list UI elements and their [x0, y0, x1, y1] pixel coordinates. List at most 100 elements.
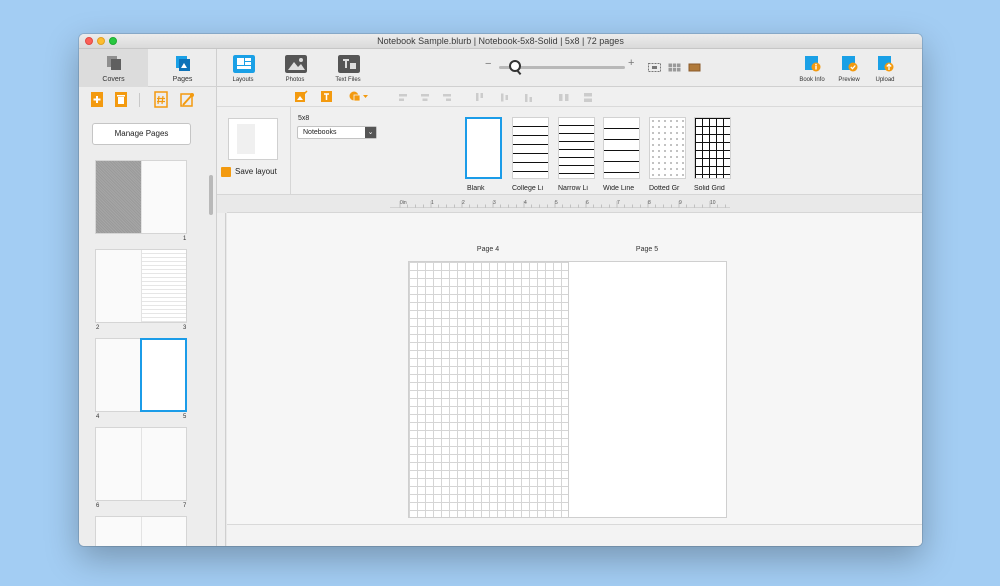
workspace-footer [227, 524, 922, 546]
page-number-icon[interactable] [153, 91, 169, 108]
layout-panel: Save layout 5x8 Notebooks ⌄ Blank Colleg… [217, 87, 922, 195]
layout-subtoolbar [217, 87, 922, 107]
distribute-horizontal-icon[interactable] [559, 93, 569, 102]
ruler-label: 9 [679, 200, 682, 206]
align-left-icon[interactable] [399, 93, 409, 102]
sidebar: Covers Pages Manage Pages 1 2 3 4 5 6 7 [79, 49, 217, 546]
book-info-label: Book Info [799, 77, 825, 83]
layouts-icon [233, 55, 255, 73]
edit-text-icon[interactable] [321, 90, 334, 103]
ruler-label: 7 [617, 200, 620, 206]
ruler-label: 1 [431, 200, 434, 206]
zoom-out-button[interactable]: − [485, 58, 491, 70]
scrollbar-thumb[interactable] [209, 175, 213, 215]
layouts-label: Layouts [232, 77, 254, 83]
app-window: Notebook Sample.blurb | Notebook-5x8-Sol… [79, 34, 922, 546]
fit-view-icon[interactable] [648, 63, 661, 72]
ruler-label: 0in [400, 200, 407, 206]
upload-icon [878, 56, 894, 72]
align-right-icon[interactable] [441, 93, 451, 102]
current-layout-preview[interactable] [228, 118, 278, 160]
zoom-in-button[interactable]: + [628, 57, 634, 69]
template-blank[interactable] [465, 117, 502, 179]
ruler-label: 3 [493, 200, 496, 206]
thumbnail-page-4 [96, 339, 141, 411]
thumbnail-spread-6-7[interactable] [95, 427, 187, 501]
current-layout-box: Save layout [217, 107, 291, 195]
template-solid-grid[interactable] [694, 117, 731, 179]
template-narrow-lined[interactable] [558, 117, 595, 179]
thumbnail-page-5-selected [140, 338, 187, 412]
distribute-vertical-icon[interactable] [583, 93, 593, 102]
add-page-icon[interactable] [89, 91, 105, 108]
thumbnail-page-3 [141, 250, 186, 322]
align-bottom-icon[interactable] [524, 93, 534, 102]
template-wide-lined[interactable] [603, 117, 640, 179]
thumbnail-page-7 [141, 428, 186, 500]
template-college-lined[interactable] [512, 117, 549, 179]
thumbnail-scrollbar[interactable] [207, 157, 215, 546]
ruler-label: 10 [710, 200, 716, 206]
book-size-label: 5x8 [298, 115, 310, 122]
spread-view-icon[interactable] [688, 63, 701, 72]
tab-covers-label: Covers [102, 76, 125, 83]
wand-icon[interactable] [179, 91, 195, 108]
align-middle-icon[interactable] [500, 93, 510, 102]
horizontal-ruler: 0in 1 2 3 4 5 6 7 8 9 10 [390, 200, 730, 208]
book-info-icon [805, 56, 821, 72]
vertical-ruler [217, 213, 226, 546]
template-dotted-grid[interactable] [649, 117, 686, 179]
save-layout-icon[interactable] [221, 167, 231, 177]
ruler-label: 8 [648, 200, 651, 206]
grid-view-icon[interactable] [668, 63, 681, 72]
photos-icon [285, 55, 307, 73]
preview-placeholder [237, 124, 255, 154]
tab-covers[interactable]: Covers [79, 49, 148, 87]
layout-category-select[interactable]: Notebooks ⌄ [297, 126, 377, 139]
delete-page-icon[interactable] [113, 91, 129, 108]
manage-pages-button[interactable]: Manage Pages [92, 123, 191, 145]
thumbnail-number: 4 [96, 414, 100, 420]
thumbnail-spread-cover[interactable] [95, 160, 187, 234]
sidebar-toolbar [79, 91, 217, 111]
toolbar-separator [139, 93, 140, 107]
book-info-button[interactable]: Book Info [792, 53, 832, 85]
page-5[interactable] [568, 261, 727, 518]
magnifier-handle [516, 69, 522, 76]
thumbnail-number: 6 [96, 503, 100, 509]
thumbnail-page [141, 517, 186, 546]
tab-pages-label: Pages [172, 76, 193, 83]
upload-button[interactable]: Upload [865, 53, 905, 85]
thumbnail-spread-4-5[interactable] [95, 338, 187, 412]
thumbnail-spread-2-3[interactable] [95, 249, 187, 323]
layouts-button[interactable]: Layouts [223, 53, 263, 85]
thumbnail-page-2 [96, 250, 141, 322]
page-5-label: Page 5 [635, 246, 659, 253]
template-label: Wide Line [603, 185, 635, 192]
tab-pages[interactable]: Pages [148, 49, 217, 87]
save-layout-button[interactable]: Save layout [235, 167, 277, 176]
page-4[interactable] [408, 261, 569, 518]
thumbnail-spread-next[interactable] [95, 516, 187, 546]
text-files-label: Text Files [335, 77, 361, 83]
sidebar-tabs: Covers Pages [79, 49, 217, 87]
photos-button[interactable]: Photos [275, 53, 315, 85]
preview-button[interactable]: Preview [829, 53, 869, 85]
chevron-down-icon: ⌄ [365, 127, 376, 138]
page-thumbnail-list: 1 2 3 4 5 6 7 [79, 157, 207, 546]
upload-label: Upload [875, 77, 895, 83]
template-label: Narrow Li [558, 185, 588, 192]
text-files-button[interactable]: Text Files [328, 53, 368, 85]
thumbnail-number: 2 [96, 325, 100, 331]
preview-label: Preview [838, 77, 860, 83]
main-toolbar: Layouts Photos Text Files − + Book Info … [217, 49, 922, 87]
template-label: College Li [512, 185, 544, 192]
shapes-dropdown-icon[interactable] [349, 90, 369, 103]
align-center-icon[interactable] [420, 93, 430, 102]
page-4-grid [409, 262, 568, 517]
edit-photo-icon[interactable] [295, 90, 308, 103]
align-top-icon[interactable] [475, 93, 485, 102]
ruler-label: 2 [462, 200, 465, 206]
thumbnail-number: 7 [183, 503, 187, 509]
thumbnail-page [96, 517, 141, 546]
